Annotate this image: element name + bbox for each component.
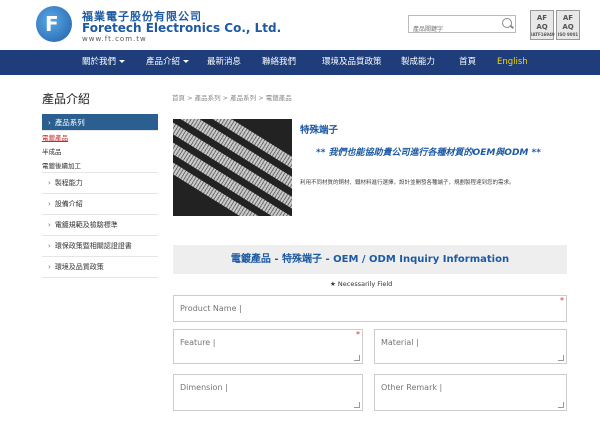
product-name-field: * [173,295,567,322]
resize-handle[interactable] [354,355,360,361]
necessary-label: Necessarily Field [337,280,393,288]
nav-label: 關於我們 [82,57,117,67]
company-name-en: Foretech Electronics Co., Ltd. [82,21,282,35]
sidebar: 產品介紹 › 產品系列 電鍍產品 半成品 電鍍後續加工 › 製程能力 › 設備介紹 ›… [42,90,158,278]
nav-english[interactable]: English [497,50,528,75]
cert-label: IATF16949 [531,32,555,37]
required-mark: * [356,330,360,339]
sidebar-item-certs[interactable]: › 環保政策暨相關認證證書 [42,236,158,257]
sidebar-item-label: 產品系列 [54,118,85,127]
site-header: F 福業電子股份有限公司 Foretech Electronics Co., L… [0,0,600,50]
sidebar-item-label: 製程能力 [54,179,83,187]
dimension-input[interactable] [174,375,362,410]
chevron-right-icon: › [48,263,51,271]
chevron-right-icon: › [48,179,51,187]
sidebar-item-label: 電鍍規範及檢驗標準 [54,221,118,229]
resize-handle[interactable] [354,402,360,408]
search-input[interactable] [409,21,499,38]
cert-badge-iatf: AF AQ IATF16949 [530,10,555,40]
sidebar-item-equipment[interactable]: › 設備介紹 [42,194,158,215]
cert-bottom: AQ [536,23,548,31]
cert-top: AF [536,14,548,22]
sidebar-item-policy[interactable]: › 環境及品質政策 [42,257,158,278]
sidebar-sub-semi[interactable]: 半成品 [42,145,158,159]
product-image [173,119,292,216]
material-field [374,329,567,364]
sidebar-item-label: 環境及品質政策 [54,263,104,271]
product-description: 利用不同材質的銅材、鐵材料進行選擇，設計並開發各種端子，規劃製程達到您的需求。 [300,180,515,186]
product-title: 特殊端子 [300,125,339,136]
chevron-down-icon [183,60,190,63]
nav-about[interactable]: 關於我們 [82,50,126,75]
necessary-field-note: ★ Necessarily Field [330,280,392,288]
nav-news[interactable]: 最新消息 [207,50,241,75]
product-slogan: ** 我們也能協助貴公司進行各種材質的OEM與ODM ** [316,148,541,158]
cert-bottom: AQ [562,23,574,31]
nav-capability[interactable]: 製成能力 [401,50,435,75]
sidebar-item-label: 設備介紹 [54,200,83,208]
company-logo[interactable]: F [36,6,72,42]
inquiry-header: 電鍍產品 - 特殊端子 - OEM / ODM Inquiry Informat… [173,245,567,274]
feature-input[interactable] [174,330,362,363]
chevron-right-icon: › [48,200,51,208]
chevron-right-icon: › [48,242,51,250]
other-remark-field [374,374,567,411]
breadcrumb: 首頁 > 產品系列 > 產品系列 > 電鍍產品 [172,94,292,102]
company-url: www.ft.com.tw [82,35,147,43]
search-box [408,15,516,38]
sidebar-item-product-series[interactable]: › 產品系列 [42,114,158,131]
chevron-right-icon: › [48,221,51,229]
nav-home[interactable]: 首頁 [459,50,476,75]
nav-contact[interactable]: 聯絡我們 [262,50,296,75]
inquiry-title: 電鍍產品 - 特殊端子 - OEM / ODM Inquiry Informat… [230,254,510,265]
cert-label: ISO 9001 [557,32,579,37]
logo-letter: F [45,12,59,36]
sidebar-item-spec[interactable]: › 電鍍規範及檢驗標準 [42,215,158,236]
other-remark-input[interactable] [375,375,566,410]
nav-env-policy[interactable]: 環境及品質政策 [322,50,382,75]
sidebar-item-process[interactable]: › 製程能力 [42,173,158,194]
resize-handle[interactable] [558,355,564,361]
chevron-down-icon [119,60,126,63]
cert-top: AF [562,14,574,22]
main-nav: 關於我們 產品介紹 最新消息 聯絡我們 環境及品質政策 製成能力 首頁 Engl… [0,50,600,75]
cert-badge-iso: AF AQ ISO 9001 [556,10,580,40]
sidebar-sub-post[interactable]: 電鍍後續加工 [42,159,158,173]
nav-label: 產品介紹 [146,57,181,67]
feature-field: * [173,329,363,364]
sidebar-title: 產品介紹 [42,92,91,106]
star-icon: ★ [330,280,336,288]
product-name-input[interactable] [174,296,566,321]
nav-products[interactable]: 產品介紹 [146,50,190,75]
resize-handle[interactable] [558,402,564,408]
required-mark: * [560,296,564,305]
search-icon[interactable] [502,18,512,28]
dimension-field [173,374,363,411]
chevron-right-icon: › [48,119,51,127]
material-input[interactable] [375,330,566,363]
sidebar-sub-plating[interactable]: 電鍍產品 [42,131,158,145]
sidebar-item-label: 環保政策暨相關認證證書 [54,242,132,250]
